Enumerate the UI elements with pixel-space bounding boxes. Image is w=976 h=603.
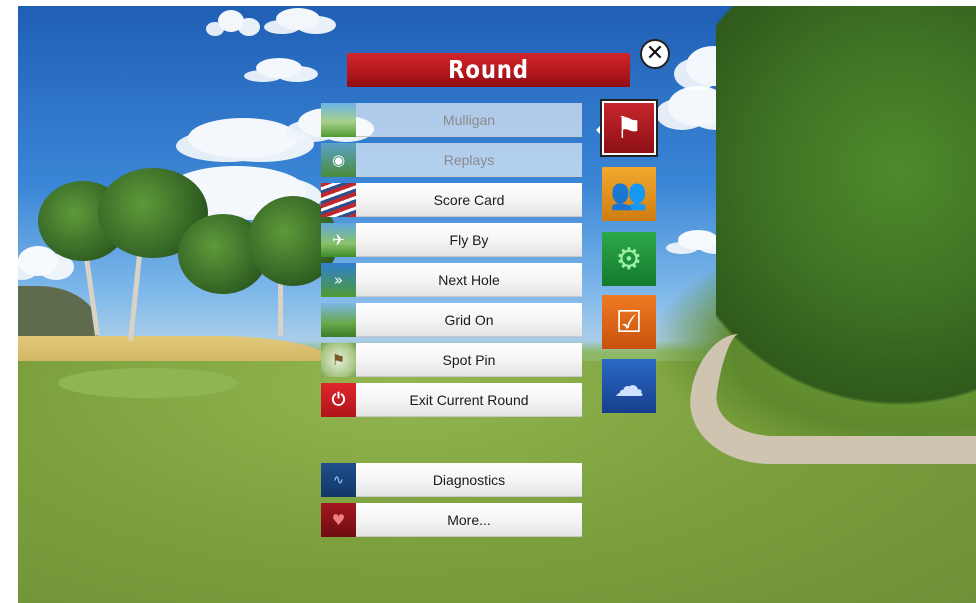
next-hole-item[interactable]: » Next Hole	[321, 263, 582, 297]
spot-pin-button[interactable]: Spot Pin	[356, 343, 582, 377]
more-icon: ♥	[321, 503, 356, 537]
tab-players[interactable]: 👥	[602, 167, 656, 221]
rain-cloud-icon: ☁	[614, 368, 644, 404]
cloud	[188, 118, 298, 158]
more-item[interactable]: ♥ More...	[321, 503, 582, 537]
tab-round[interactable]: ⚑	[602, 101, 656, 155]
next-hole-icon: »	[321, 263, 356, 297]
exit-current-round-button[interactable]: Exit Current Round	[356, 383, 582, 417]
diagnostics-button[interactable]: Diagnostics	[356, 463, 582, 497]
cloud	[276, 8, 320, 30]
mulligan-icon	[321, 103, 356, 137]
cloud	[218, 10, 244, 32]
cloud	[678, 230, 718, 250]
spot-pin-icon: ⚑	[321, 343, 356, 377]
replays-item[interactable]: ◉ Replays	[321, 143, 582, 177]
tab-options[interactable]: ☑	[602, 295, 656, 349]
players-icon: 👥	[610, 176, 648, 212]
fly-by-button[interactable]: Fly By	[356, 223, 582, 257]
tab-weather[interactable]: ☁	[602, 359, 656, 413]
replays-button[interactable]: Replays	[356, 143, 582, 177]
more-button[interactable]: More...	[356, 503, 582, 537]
mulligan-button[interactable]: Mulligan	[356, 103, 582, 137]
flag-icon: ⚑	[615, 110, 643, 146]
grid-icon	[321, 303, 356, 337]
menu-title: Round	[346, 53, 631, 87]
replay-icon: ◉	[321, 143, 356, 177]
grid-on-button[interactable]: Grid On	[356, 303, 582, 337]
score-card-button[interactable]: Score Card	[356, 183, 582, 217]
scorecard-icon	[321, 183, 356, 217]
next-hole-button[interactable]: Next Hole	[356, 263, 582, 297]
checkbox-icon: ☑	[615, 304, 643, 340]
gears-icon: ⚙	[615, 241, 643, 277]
pulse-icon: ∿	[321, 463, 356, 497]
flyby-icon: ✈	[321, 223, 356, 257]
tee-box	[58, 368, 238, 398]
close-button[interactable]: ✕	[640, 39, 670, 69]
fly-by-item[interactable]: ✈ Fly By	[321, 223, 582, 257]
score-card-item[interactable]: Score Card	[321, 183, 582, 217]
mulligan-item[interactable]: Mulligan	[321, 103, 582, 137]
spot-pin-item[interactable]: ⚑ Spot Pin	[321, 343, 582, 377]
exit-round-item[interactable]: ⏻ Exit Current Round	[321, 383, 582, 417]
grid-on-item[interactable]: Grid On	[321, 303, 582, 337]
cloud	[256, 58, 302, 78]
power-icon: ⏻	[321, 383, 356, 417]
diagnostics-item[interactable]: ∿ Diagnostics	[321, 463, 582, 497]
tab-settings[interactable]: ⚙	[602, 232, 656, 286]
cart-path	[680, 334, 976, 464]
